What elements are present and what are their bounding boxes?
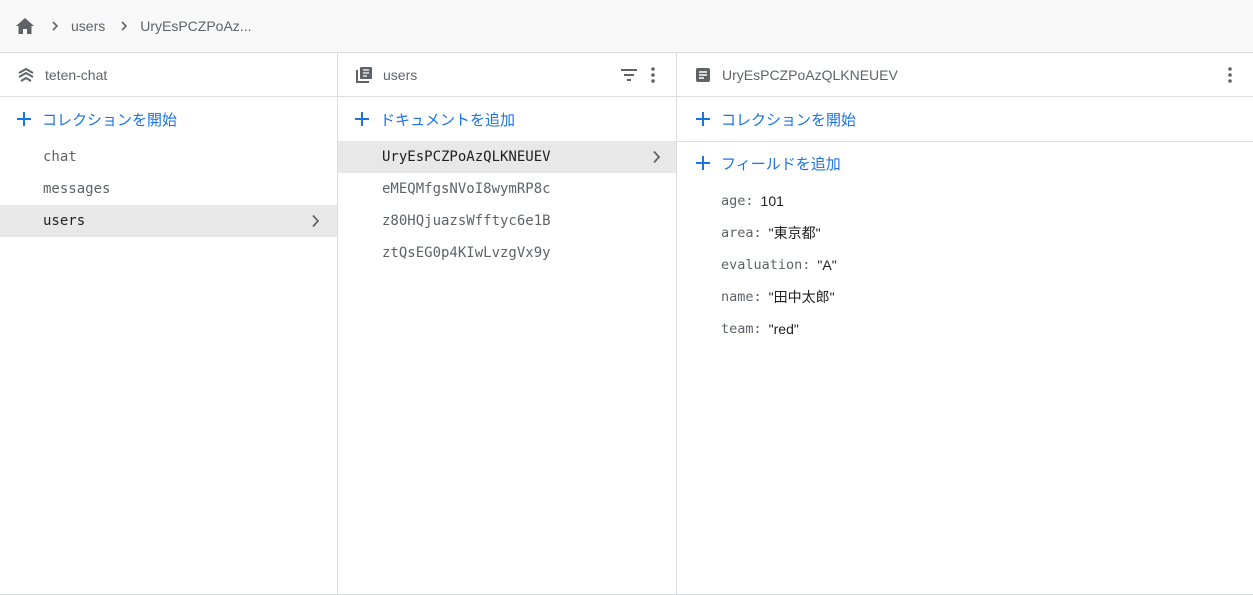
field-value: "田中太郎"	[768, 289, 835, 305]
filter-icon[interactable]	[618, 63, 640, 87]
field-row-area[interactable]: area: "東京都"	[721, 217, 1253, 249]
document-item[interactable]: eMEQMfgsNVoI8wymRP8c	[338, 173, 676, 205]
document-item[interactable]: UryEsPCZPoAzQLKNEUEV	[338, 141, 676, 173]
documents-panel-header: users	[338, 53, 676, 97]
collection-item-messages[interactable]: messages	[0, 173, 337, 205]
document-item-label: eMEQMfgsNVoI8wymRP8c	[382, 181, 551, 197]
collection-item-label: users	[43, 213, 86, 229]
collection-item-chat[interactable]: chat	[0, 141, 337, 173]
collections-panel-header: teten-chat	[0, 53, 337, 97]
field-row-team[interactable]: team: "red"	[721, 313, 1253, 345]
field-value: "red"	[768, 321, 799, 337]
document-item-label: z80HQjuazsWfftyc6e1B	[382, 213, 551, 229]
document-item[interactable]: z80HQjuazsWfftyc6e1B	[338, 205, 676, 237]
document-list: UryEsPCZPoAzQLKNEUEV eMEQMfgsNVoI8wymRP8…	[338, 141, 676, 269]
field-colon: :	[753, 225, 762, 241]
breadcrumb-item-collection[interactable]: users	[71, 18, 105, 34]
start-subcollection-label: コレクションを開始	[721, 111, 857, 129]
collection-item-label: chat	[43, 149, 77, 165]
start-collection-button[interactable]: コレクションを開始	[0, 97, 337, 141]
plus-icon	[693, 109, 713, 129]
database-layers-icon	[16, 65, 36, 85]
add-field-button[interactable]: フィールドを追加	[677, 142, 1253, 184]
field-colon: :	[753, 289, 762, 305]
start-collection-label: コレクションを開始	[42, 111, 178, 129]
database-title: teten-chat	[45, 66, 108, 83]
add-field-label: フィールドを追加	[721, 155, 841, 173]
document-title: UryEsPCZPoAzQLKNEUEV	[722, 66, 898, 83]
field-value: 101	[760, 193, 784, 209]
document-item-label: UryEsPCZPoAzQLKNEUEV	[382, 149, 551, 165]
fields-panel: UryEsPCZPoAzQLKNEUEV コレクションを開始 フィールドを追加 …	[677, 53, 1253, 595]
chevron-right-icon	[648, 149, 664, 165]
add-document-label: ドキュメントを追加	[380, 111, 516, 129]
collection-icon	[354, 65, 374, 85]
collection-item-users[interactable]: users	[0, 205, 337, 237]
start-subcollection-button[interactable]: コレクションを開始	[677, 97, 1253, 142]
field-row-evaluation[interactable]: evaluation: "A"	[721, 249, 1253, 281]
chevron-right-icon	[119, 21, 129, 31]
field-colon: :	[802, 257, 811, 273]
document-icon	[693, 65, 713, 85]
collection-item-label: messages	[43, 181, 111, 197]
field-list: age: 101 area: "東京都" evaluation: "A" nam…	[677, 184, 1253, 345]
field-colon: :	[745, 193, 754, 209]
field-row-name[interactable]: name: "田中太郎"	[721, 281, 1253, 313]
field-key: age	[721, 193, 746, 209]
fields-panel-header: UryEsPCZPoAzQLKNEUEV	[677, 53, 1253, 97]
plus-icon	[693, 153, 713, 173]
plus-icon	[352, 109, 372, 129]
collections-panel: teten-chat コレクションを開始 chat messages users	[0, 53, 338, 595]
chevron-right-icon	[50, 21, 60, 31]
field-key: team	[721, 321, 754, 337]
collection-title: users	[383, 66, 418, 83]
breadcrumb: users UryEsPCZPoAz...	[0, 0, 1253, 53]
chevron-right-icon	[307, 213, 323, 229]
add-document-button[interactable]: ドキュメントを追加	[338, 97, 676, 141]
home-icon[interactable]	[14, 15, 36, 37]
more-vert-icon[interactable]	[1219, 63, 1241, 87]
collection-list: chat messages users	[0, 141, 337, 237]
field-value: "東京都"	[768, 225, 821, 241]
breadcrumb-item-document[interactable]: UryEsPCZPoAz...	[140, 18, 251, 34]
field-colon: :	[753, 321, 762, 337]
document-item[interactable]: ztQsEG0p4KIwLvzgVx9y	[338, 237, 676, 269]
document-item-label: ztQsEG0p4KIwLvzgVx9y	[382, 245, 551, 261]
field-row-age[interactable]: age: 101	[721, 185, 1253, 217]
field-value: "A"	[817, 257, 837, 273]
more-vert-icon[interactable]	[642, 63, 664, 87]
plus-icon	[14, 109, 34, 129]
field-key: evaluation	[721, 257, 803, 273]
documents-panel: users ドキュメントを追加 UryEsPCZPoAzQLKNEUEV eME…	[338, 53, 677, 595]
field-key: name	[721, 289, 754, 305]
field-key: area	[721, 225, 754, 241]
